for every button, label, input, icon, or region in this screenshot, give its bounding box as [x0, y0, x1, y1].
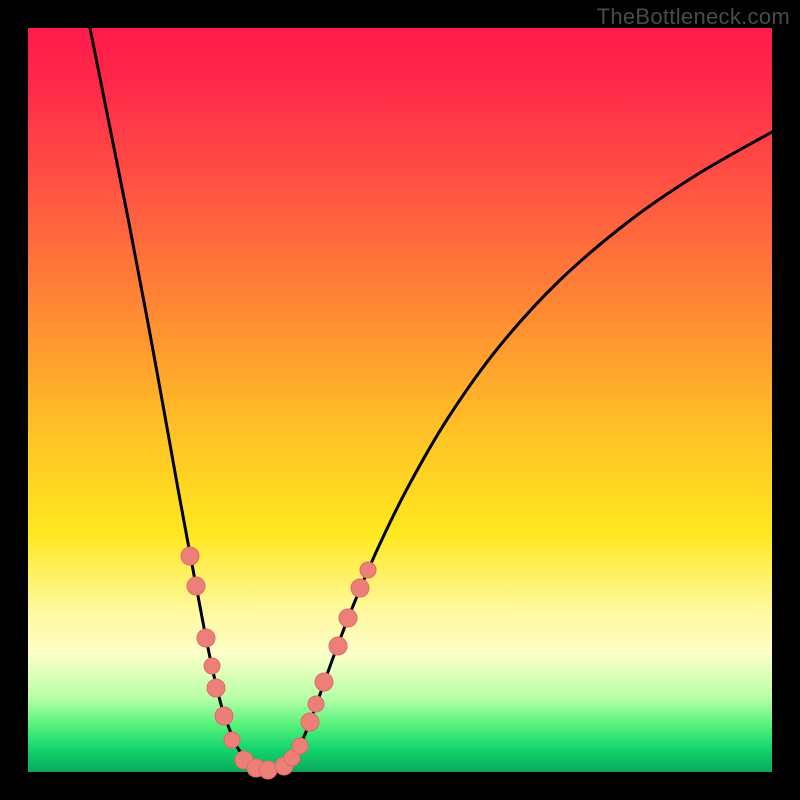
data-marker: [315, 673, 333, 691]
data-marker: [301, 713, 319, 731]
data-marker: [360, 562, 376, 578]
curve-right: [288, 132, 772, 764]
curve-layer: [90, 28, 772, 770]
data-marker: [308, 696, 324, 712]
data-marker: [339, 609, 357, 627]
data-marker: [259, 761, 277, 779]
data-marker: [215, 707, 233, 725]
marker-layer: [181, 547, 376, 779]
chart-stage: TheBottleneck.com: [0, 0, 800, 800]
curve-left: [90, 28, 251, 764]
data-marker: [197, 629, 215, 647]
data-marker: [181, 547, 199, 565]
data-marker: [351, 579, 369, 597]
plot-area: [28, 28, 772, 772]
data-marker: [329, 637, 347, 655]
data-marker: [207, 679, 225, 697]
data-marker: [187, 577, 205, 595]
data-marker: [224, 732, 240, 748]
data-marker: [292, 738, 308, 754]
data-marker: [204, 658, 220, 674]
curve-canvas: [28, 28, 772, 772]
watermark-text: TheBottleneck.com: [597, 4, 790, 30]
